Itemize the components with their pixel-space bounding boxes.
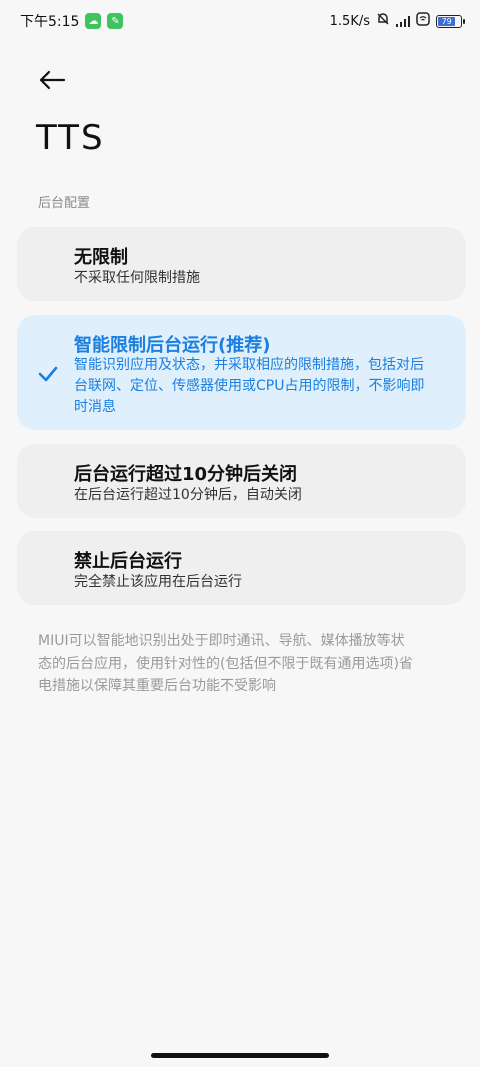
back-button[interactable] (34, 62, 70, 98)
option-close-after-10min[interactable]: 后台运行超过10分钟后关闭 在后台运行超过10分钟后，自动关闭 (17, 444, 466, 518)
status-time: 下午5:15 (20, 14, 80, 30)
option-desc: 完全禁止该应用在后台运行 (74, 574, 242, 590)
option-no-limit[interactable]: 无限制 不采取任何限制措施 (17, 227, 466, 301)
option-title: 无限制 (74, 247, 128, 268)
option-desc: 智能识别应用及状态，并采取相应的限制措施，包括对后台联网、定位、传感器使用或CP… (74, 357, 425, 415)
option-smart-limit[interactable]: 智能限制后台运行(推荐) 智能识别应用及状态，并采取相应的限制措施，包括对后台联… (17, 315, 466, 430)
status-right: 1.5K/s 79 (329, 12, 465, 30)
battery-fill: 79 (438, 16, 456, 26)
option-title: 后台运行超过10分钟后关闭 (74, 464, 298, 485)
option-desc: 不采取任何限制措施 (74, 270, 200, 286)
back-arrow-icon (39, 70, 66, 90)
signal-icon (396, 15, 410, 27)
footnote: MIUI可以智能地识别出处于即时通讯、导航、媒体播放等状态的后台应用，使用针对性… (38, 633, 413, 694)
page-title: TTS (36, 118, 105, 158)
checkmark-icon (38, 366, 58, 382)
status-bar: 下午5:15 ☁ ✎ 1.5K/s 79 (0, 0, 480, 42)
option-title: 智能限制后台运行(推荐) (74, 335, 271, 356)
option-desc: 在后台运行超过10分钟后，自动关闭 (74, 487, 302, 503)
option-title: 禁止后台运行 (74, 551, 182, 572)
home-indicator[interactable] (151, 1053, 329, 1058)
mute-bell-icon (376, 12, 390, 30)
battery-icon: 79 (436, 14, 465, 28)
cloud-app-icon: ☁ (85, 13, 102, 29)
screen: 下午5:15 ☁ ✎ 1.5K/s 79 TTS 后台配置 无限制 不采取任何限… (0, 0, 480, 1067)
section-label: 后台配置 (38, 196, 91, 211)
status-left: 下午5:15 ☁ ✎ (20, 11, 124, 31)
wifi-icon (416, 12, 430, 30)
wrench-app-icon: ✎ (107, 13, 124, 29)
network-speed: 1.5K/s (329, 13, 370, 29)
option-forbid-background[interactable]: 禁止后台运行 完全禁止该应用在后台运行 (17, 531, 466, 605)
